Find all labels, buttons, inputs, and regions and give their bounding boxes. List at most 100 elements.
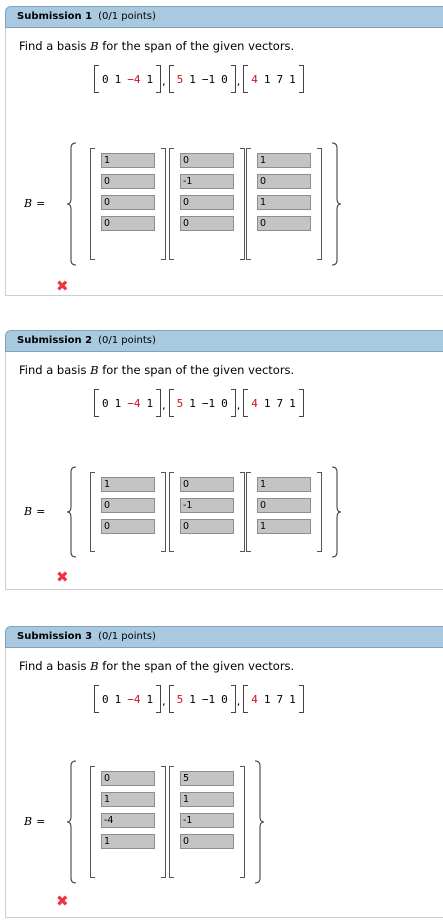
answer-field[interactable]: 1 [101,477,155,492]
answer-field[interactable]: 0 [180,519,234,534]
answer-field[interactable]: 0 [101,216,155,231]
vector-entry: 0 [221,692,228,706]
answer-field[interactable]: 1 [257,195,311,210]
answer-field[interactable]: 0 [101,519,155,534]
vector-1: 0 1 −4 1 [94,63,162,95]
submission-header: Submission 3 (0/1 points) [5,626,443,648]
vector-entry: −4 [127,396,141,410]
answer-field[interactable]: -4 [101,813,155,828]
answer-field[interactable]: 1 [180,792,234,807]
vector-entry: 5 [176,72,184,86]
submission-title: Submission 2 [17,335,93,346]
bracket-right [298,389,304,417]
submission-points: (0/1 points) [98,335,156,346]
column-bracket-right [317,148,322,260]
answer-field[interactable]: 0 [180,153,234,168]
answer-vector-3: 1 0 1 [246,472,322,552]
comma: , [162,399,166,412]
answer-vector-1: 1 0 0 0 [90,148,166,260]
basis-symbol: B [90,659,99,673]
submission-header: Submission 2 (0/1 points) [5,330,443,352]
answer-field[interactable]: 0 [180,216,234,231]
basis-label: B = [24,815,45,828]
vector-entry: 0 [102,72,109,86]
column-bracket-right [161,148,166,260]
equals-sign: = [36,505,46,518]
column-bracket-right [161,766,166,878]
column-bracket-right [240,766,245,878]
vector-3: 4171 [243,683,304,715]
vector-entry: −1 [201,396,216,410]
answer-field[interactable]: 1 [101,792,155,807]
vector-entry: 1 [289,72,296,86]
vector-entry: 1 [289,692,296,706]
answer-field[interactable]: 0 [101,771,155,786]
set-brace-right [331,142,342,266]
comma: , [162,75,166,88]
vector-3: 4171 [243,63,304,95]
x-icon: ✖ [56,892,69,910]
vector-entry: 1 [146,72,154,86]
answer-field[interactable]: 0 [257,216,311,231]
answer-field[interactable]: 0 [257,498,311,513]
answer-field[interactable]: 0 [101,195,155,210]
question-prefix: Find a basis [19,363,87,377]
column-bracket-right [161,472,166,552]
column-bracket-left [90,148,95,260]
answer-field[interactable]: 1 [101,153,155,168]
answer-field[interactable]: 1 [101,834,155,849]
answer-field[interactable]: -1 [180,174,234,189]
basis-symbol: B [90,39,99,53]
answer-field[interactable]: 0 [180,195,234,210]
answer-vector-3: 1 0 1 0 [246,148,322,260]
basis-label: B = [24,197,45,210]
answer-field[interactable]: 1 [257,153,311,168]
basis-label: B = [24,505,45,518]
basis-label-symbol: B [24,197,33,210]
question-suffix: for the span of the given vectors. [102,39,295,53]
answer-vector-2: 0 -1 0 0 [169,148,245,260]
bracket-right [230,65,236,93]
answer-field[interactable]: 1 [257,519,311,534]
vector-entry: 0 [221,396,228,410]
comma: , [236,695,241,708]
vector-entry: 1 [189,396,196,410]
equals-sign: = [36,815,46,828]
submission-3: Submission 3 (0/1 points) Find a basis B f… [5,626,443,918]
submission-body: Find a basis B for the span of the given… [5,648,443,918]
given-vectors: 0 1 −4 1, 5 1 −1 0, 4 1 7 1 [94,683,304,715]
question-text: Find a basis B for the span of the given… [19,39,294,53]
column-bracket-left [90,766,95,878]
basis-label-symbol: B [24,505,33,518]
column-bracket-left [246,148,251,260]
answer-field[interactable]: -1 [180,813,234,828]
answer-field[interactable]: 0 [101,498,155,513]
vector-entry: 5 [176,692,184,706]
answer-field[interactable]: 0 [180,834,234,849]
answer-field[interactable]: 0 [180,477,234,492]
submission-points: (0/1 points) [98,11,156,22]
answer-field[interactable]: 0 [101,174,155,189]
bracket-right [156,65,162,93]
column-bracket-left [169,766,174,878]
answer-vector-2: 0 -1 0 [169,472,245,552]
question-text: Find a basis B for the span of the given… [19,659,294,673]
question-prefix: Find a basis [19,659,87,673]
vector-1: 0 1 −4 1 [94,683,162,715]
column-bracket-left [169,472,174,552]
bracket-right [298,685,304,713]
bracket-right [156,389,162,417]
given-vectors: 0 1 −4 1, 5 1 −1 0, 4 1 7 1 [94,63,304,95]
answer-field[interactable]: -1 [180,498,234,513]
comma: , [162,695,166,708]
answer-field[interactable]: 0 [257,174,311,189]
vector-entry: −1 [201,692,216,706]
answer-field[interactable]: 5 [180,771,234,786]
vector-1: 0 1 −4 1 [94,387,162,419]
vector-entry: 1 [263,72,271,86]
vector-entry: 1 [114,692,122,706]
submission-1: Submission 1 (0/1 points) Find a basis B f… [5,6,443,296]
vector-3: 4171 [243,387,304,419]
answer-field[interactable]: 1 [257,477,311,492]
x-icon: ✖ [56,277,69,295]
